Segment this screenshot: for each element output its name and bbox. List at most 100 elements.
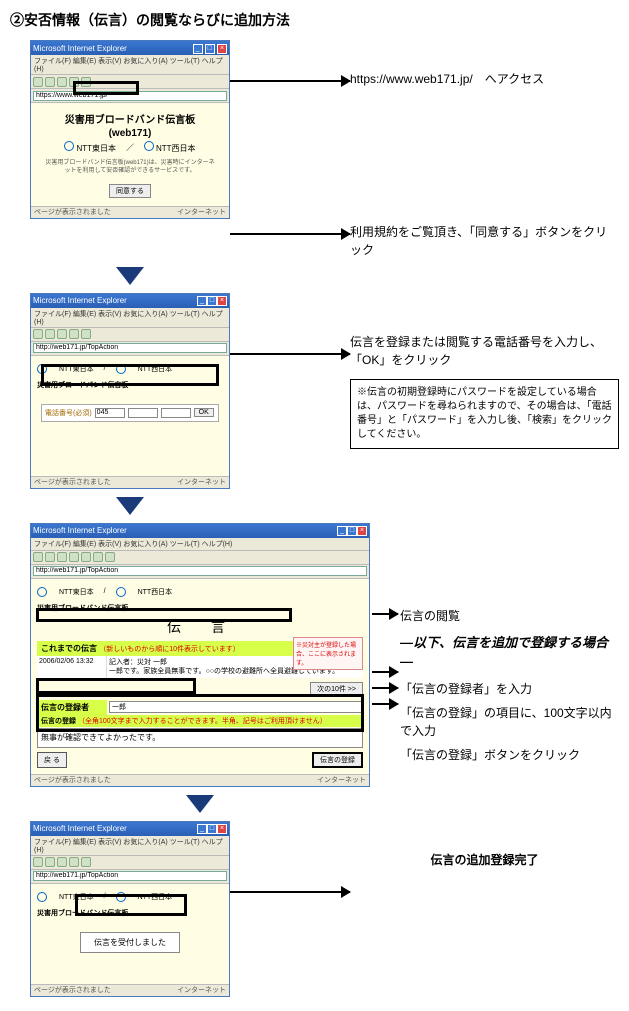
- message-textarea[interactable]: 無事が確認できてよかったです。: [37, 728, 363, 748]
- registrant-row: 伝言の登録者: [37, 700, 363, 715]
- address-bar: http://web171.jp/TopAction: [31, 565, 369, 579]
- titlebar: Microsoft Internet Explorer _ □ ×: [31, 41, 229, 55]
- titlebar: Microsoft Internet Explorer _□×: [31, 822, 229, 836]
- minimize-icon[interactable]: _: [337, 526, 347, 536]
- step2-annotation: 利用規約をご覧頂き、「同意する」ボタンをクリック: [350, 223, 619, 259]
- message-timestamp: 2006/02/06 13:32: [37, 656, 107, 678]
- back-button[interactable]: 戻 る: [37, 752, 67, 768]
- menubar: ファイル(F) 編集(E) 表示(V) お気に入り(A) ツール(T) ヘルプ(…: [31, 55, 229, 75]
- board-header: 災害用ブロードバンド伝言板: [37, 603, 363, 613]
- down-arrow-icon: [186, 795, 214, 813]
- step3-annotation: 伝言を登録または閲覧する電話番号を入力し、「OK」をクリック: [350, 333, 619, 369]
- toolbar: [31, 75, 229, 89]
- address-field[interactable]: http://web171.jp/TopAction: [33, 566, 367, 576]
- phone-area-input[interactable]: [95, 408, 125, 418]
- menubar: ファイル(F) 編集(E) 表示(V) お気に入り(A) ツール(T) ヘルプ(…: [31, 836, 229, 856]
- arrow-right-icon: [230, 891, 350, 893]
- arrow-right-icon: [372, 703, 398, 705]
- stop-icon[interactable]: [57, 77, 67, 87]
- close-icon[interactable]: ×: [217, 824, 227, 834]
- messages-title: 伝 言: [37, 617, 363, 637]
- phone-label: 電話番号(必須): [45, 408, 92, 418]
- ntt-west-label: NTT西日本: [156, 144, 196, 153]
- arrow-right-icon: [230, 233, 350, 235]
- minimize-icon[interactable]: _: [193, 44, 203, 54]
- refresh-icon[interactable]: [69, 77, 79, 87]
- page-content-3: NTT東日本 / NTT西日本 災害用ブロードバンド伝言板 電話番号(必須) O…: [31, 356, 229, 476]
- browser-window-4: Microsoft Internet Explorer _□× ファイル(F) …: [30, 523, 370, 787]
- address-field[interactable]: https://www.web171.jp/: [33, 91, 227, 101]
- step5-annotation: 伝言の追加登録完了: [350, 851, 619, 869]
- step-5: Microsoft Internet Explorer _□× ファイル(F) …: [10, 821, 619, 997]
- next-page-button[interactable]: 次の10件 >>: [310, 682, 363, 696]
- address-field[interactable]: http://web171.jp/TopAction: [33, 871, 227, 881]
- window-title: Microsoft Internet Explorer: [33, 44, 127, 53]
- register-button[interactable]: 伝言の登録: [312, 752, 363, 768]
- window-title: Microsoft Internet Explorer: [33, 824, 127, 833]
- ntt-logos: NTT東日本 ／ NTT西日本: [37, 141, 223, 154]
- statusbar: ページが表示されましたインターネット: [31, 774, 369, 786]
- site-subtitle: (web171): [37, 128, 223, 139]
- close-icon[interactable]: ×: [217, 296, 227, 306]
- maximize-icon[interactable]: □: [207, 824, 217, 834]
- browser-window-5: Microsoft Internet Explorer _□× ファイル(F) …: [30, 821, 230, 997]
- maximize-icon[interactable]: □: [207, 296, 217, 306]
- browser-window-1: Microsoft Internet Explorer _ □ × ファイル(F…: [30, 40, 230, 219]
- titlebar: Microsoft Internet Explorer _□×: [31, 294, 229, 308]
- annot-view: 伝言の閲覧: [400, 607, 619, 625]
- registrant-input[interactable]: [109, 701, 363, 713]
- registrant-label: 伝言の登録者: [37, 700, 107, 715]
- ntt-east-label: NTT東日本: [76, 144, 116, 153]
- maximize-icon[interactable]: □: [347, 526, 357, 536]
- step-3: Microsoft Internet Explorer _□× ファイル(F) …: [10, 293, 619, 489]
- ntt-east-icon: [64, 141, 74, 151]
- ok-button[interactable]: OK: [194, 408, 214, 417]
- annot-reg3: 「伝言の登録」ボタンをクリック: [400, 746, 619, 764]
- minimize-icon[interactable]: _: [197, 296, 207, 306]
- phone-number-input[interactable]: [161, 408, 191, 418]
- arrow-right-icon: [372, 687, 398, 689]
- close-icon[interactable]: ×: [217, 44, 227, 54]
- annot-subheading: ―以下、伝言を追加で登録する場合―: [400, 633, 619, 672]
- arrow-right-icon: [372, 671, 398, 673]
- close-icon[interactable]: ×: [357, 526, 367, 536]
- ntt-west-icon: [144, 141, 154, 151]
- back-icon[interactable]: [33, 77, 43, 87]
- menubar: ファイル(F) 編集(E) 表示(V) お気に入り(A) ツール(T) ヘルプ(…: [31, 538, 369, 551]
- forward-icon[interactable]: [45, 77, 55, 87]
- window-buttons: _ □ ×: [193, 43, 227, 54]
- accepted-message: 伝言を受付しました: [80, 932, 180, 953]
- arrow-right-icon: [372, 613, 398, 615]
- phone-input-row: 電話番号(必須) OK: [41, 404, 219, 422]
- register-note: 伝言の登録 （全角100文字まで入力することができます。半角、記号はご利用頂けま…: [37, 715, 363, 727]
- home-icon[interactable]: [81, 77, 91, 87]
- statusbar: ページが表示されましたインターネット: [31, 984, 229, 996]
- page-content-1: 災害用ブロードバンド伝言板 (web171) NTT東日本 ／ NTT西日本 災…: [31, 103, 229, 206]
- owner-note: ※災対主が登録した場合、ここに表示されます。: [293, 637, 363, 670]
- page-heading: ②安否情報（伝言）の閲覧ならびに追加方法: [10, 10, 619, 30]
- window-title: Microsoft Internet Explorer: [33, 296, 127, 305]
- arrow-right-icon: [230, 353, 350, 355]
- address-bar: http://web171.jp/TopAction: [31, 342, 229, 356]
- step-4: Microsoft Internet Explorer _□× ファイル(F) …: [10, 523, 619, 787]
- phone-prefix-input[interactable]: [128, 408, 158, 418]
- toolbar: [31, 856, 229, 870]
- page-content-4: NTT東日本 / NTT西日本 災害用ブロードバンド伝言板 伝 言 これまでの伝…: [31, 579, 369, 774]
- agree-button[interactable]: 同意する: [109, 184, 151, 198]
- step1-annotation: https://www.web171.jp/ へアクセス: [350, 70, 619, 88]
- down-arrow-icon: [116, 267, 144, 285]
- statusbar: ページが表示されましたインターネット: [31, 476, 229, 488]
- titlebar: Microsoft Internet Explorer _□×: [31, 524, 369, 538]
- site-description: 災害用ブロードバンド伝言板(web171)は、災害時にインターネットを利用して安…: [43, 160, 217, 176]
- address-field[interactable]: http://web171.jp/TopAction: [33, 343, 227, 353]
- window-title: Microsoft Internet Explorer: [33, 526, 127, 535]
- toolbar: [31, 328, 229, 342]
- maximize-icon[interactable]: □: [205, 44, 215, 54]
- arrow-right-icon: [230, 80, 350, 82]
- step3-note: ※伝言の初期登録時にパスワードを設定している場合は、パスワードを尋ねられますので…: [350, 379, 619, 449]
- window-buttons: _□×: [197, 295, 227, 306]
- down-arrow-icon: [116, 497, 144, 515]
- browser-window-3: Microsoft Internet Explorer _□× ファイル(F) …: [30, 293, 230, 489]
- minimize-icon[interactable]: _: [197, 824, 207, 834]
- annot-reg1: 「伝言の登録者」を入力: [400, 680, 619, 698]
